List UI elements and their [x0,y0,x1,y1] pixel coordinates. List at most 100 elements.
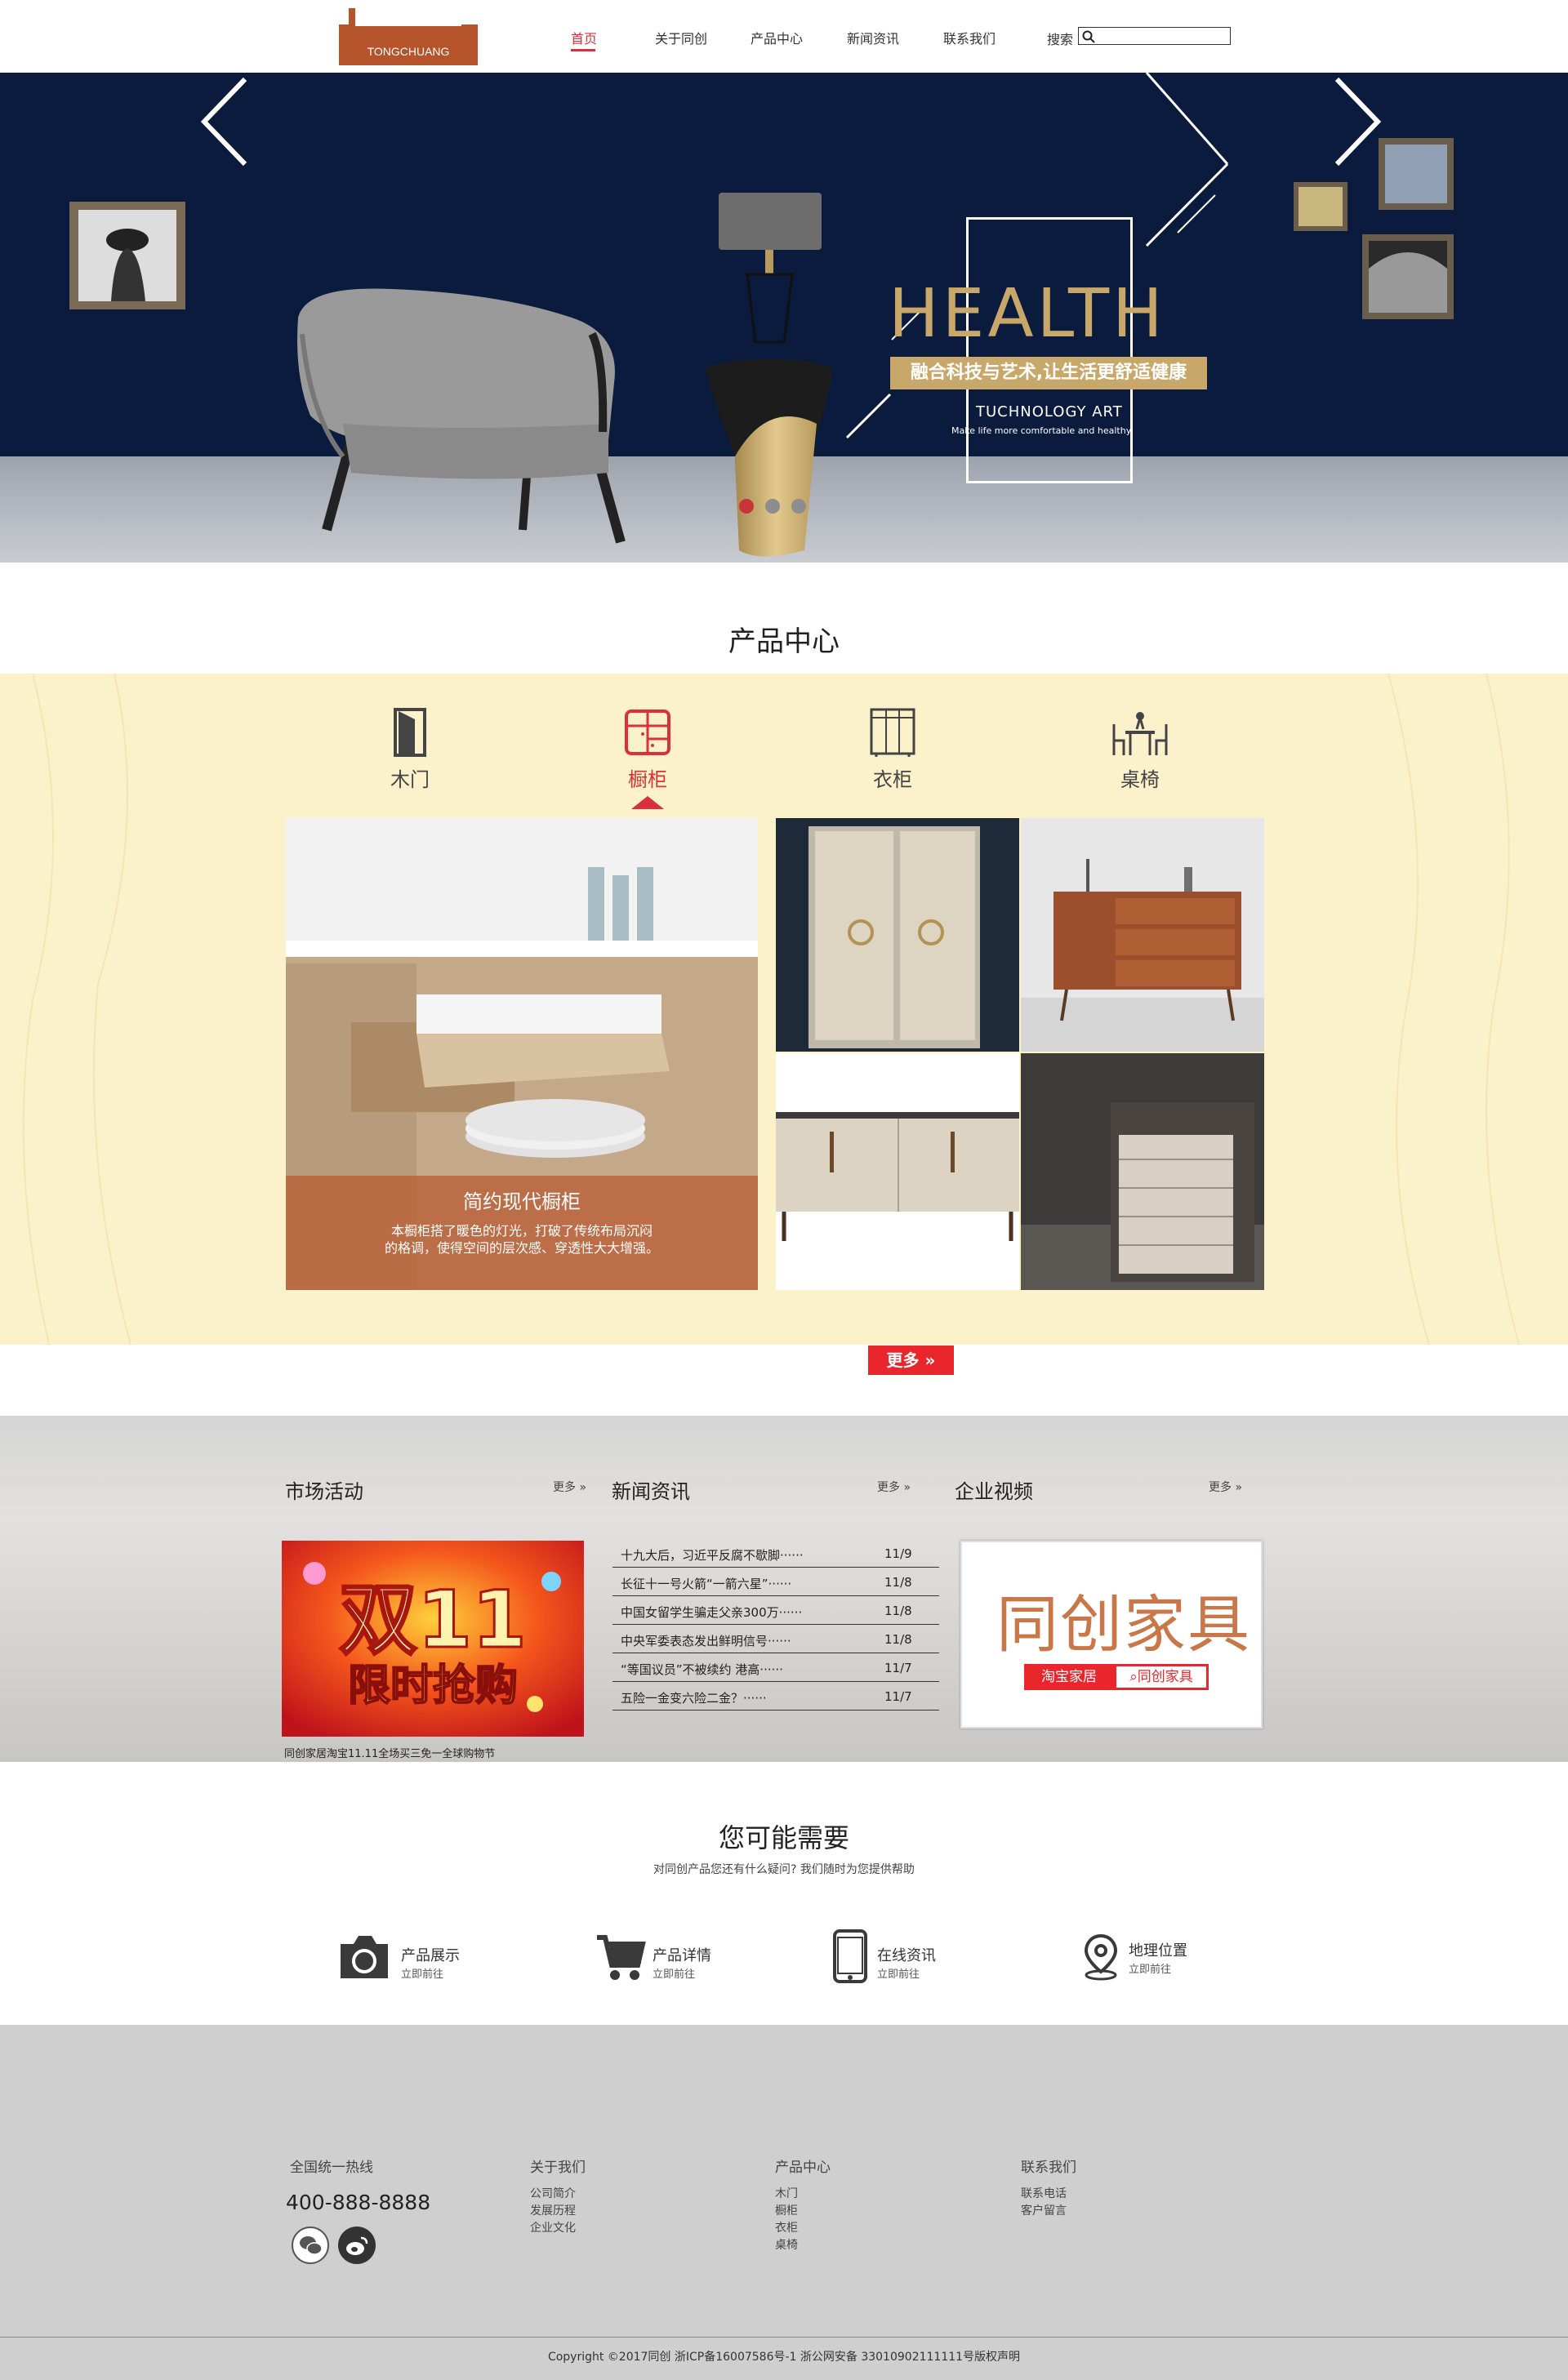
product-thumb-2[interactable] [1021,818,1264,1052]
chevron-right-icon: » [1235,1481,1243,1494]
banner-subtitle: TUCHNOLOGY ART [976,403,1123,420]
next-slide-arrow-icon[interactable] [1327,73,1386,171]
cart-icon [597,1935,646,1980]
chevron-right-icon: » [579,1481,587,1494]
wechat-icon [300,2236,323,2255]
featured-product-desc-line2: 的格调，使得空间的层次感、穿透性大大增强。 [384,1240,659,1256]
video-more-link[interactable]: 更多 » [1209,1479,1242,1495]
category-label: 橱柜 [628,768,667,791]
video-title: 企业视频 [955,1480,1033,1503]
quick-link-product-show[interactable]: 产品展示 立即前往 [337,1929,484,1986]
camera-icon [341,1936,388,1978]
weibo-button[interactable] [338,2227,376,2264]
news-item[interactable]: 十九大后，习近平反腐不歇脚······ 11/9 [612,1539,939,1568]
chevron-right-icon: » [903,1481,911,1494]
prev-slide-arrow-icon[interactable] [196,73,255,171]
footer-link[interactable]: 公司简介 [530,2185,576,2201]
table-chair-icon [1112,712,1168,755]
slide-dot-2[interactable] [765,499,780,514]
taobao-home-button[interactable]: 淘宝家居 [1024,1664,1114,1690]
quick-link-online-info[interactable]: 在线资讯 立即前往 [833,1929,980,1986]
copyright-text: Copyright ©2017同创 浙ICP备16007586号-1 浙公网安备… [547,2351,1021,2364]
search-input[interactable] [1097,29,1227,43]
hero-banner: HEALTH 融合科技与艺术,让生活更舒适健康 TUCHNOLOGY ART M… [0,73,1568,563]
footer-link[interactable]: 联系电话 [1021,2185,1067,2201]
news-item[interactable]: 中央军委表态发出鲜明信号······ 11/8 [612,1625,939,1653]
more-button-label: 更多 [886,1350,920,1370]
category-cabinet[interactable]: 橱柜 [599,706,697,792]
promo-caption[interactable]: 同创家居淘宝11.11全场买三免一全球购物节 [284,1745,495,1760]
need-section-subtitle: 对同创产品您还有什么疑问? 我们随时为您提供帮助 [653,1863,915,1876]
need-section-title: 您可能需要 [718,1822,849,1853]
cabinet-icon [625,710,670,755]
nav-home[interactable]: 首页 [571,28,597,47]
category-label: 衣柜 [873,768,912,791]
search-box[interactable] [1078,27,1231,45]
footer-products-title: 产品中心 [775,2160,831,2176]
product-thumb-3[interactable] [776,1053,1019,1290]
banner-tagline: Make life more comfortable and healthy [951,425,1132,436]
category-wardrobe[interactable]: 衣柜 [844,706,942,792]
search-icon[interactable] [1082,30,1095,43]
slide-dot-3[interactable] [791,499,806,514]
logo[interactable]: TONGCHUANG [339,7,478,65]
footer-link[interactable]: 木门 [775,2185,798,2201]
footer-divider [0,2337,1568,2338]
slide-dot-1[interactable] [739,499,754,514]
nav-products[interactable]: 产品中心 [751,28,803,47]
brand-search-button[interactable]: ⌕同创家具 [1114,1664,1209,1690]
footer-link[interactable]: 桌椅 [775,2236,798,2253]
category-door[interactable]: 木门 [361,706,459,792]
promo-headline: 双11 [339,1574,527,1666]
news-item[interactable]: “等国议员”不被续约 港高······ 11/7 [612,1653,939,1682]
footer-link[interactable]: 企业文化 [530,2219,576,2235]
double-chevron-right-icon: » [924,1350,936,1370]
products-section-title: 产品中心 [728,625,840,658]
featured-product-caption: 简约现代橱柜 本橱柜搭了暖色的灯光，打破了传统布局沉闷 的格调，使得空间的层次感… [286,1176,758,1290]
market-more-link[interactable]: 更多 » [553,1479,586,1495]
quick-link-location[interactable]: 地理位置 立即前往 [1083,1929,1230,1986]
news-list: 十九大后，习近平反腐不歇脚······ 11/9 长征十一号火箭“一箭六星”···… [612,1539,939,1710]
hotline-number: 400-888-8888 [286,2191,431,2214]
wardrobe-icon [870,708,915,757]
featured-product-desc-line1: 本橱柜搭了暖色的灯光，打破了传统布局沉闷 [390,1223,653,1239]
market-title: 市场活动 [285,1480,363,1503]
promo-subline: 限时抢购 [348,1662,518,1710]
footer-link[interactable]: 衣柜 [775,2219,798,2235]
news-item[interactable]: 中国女留学生骗走父亲300万······ 11/8 [612,1596,939,1625]
banner-title: HEALTH [889,275,1166,353]
nav-about[interactable]: 关于同创 [655,28,707,47]
category-table-chair[interactable]: 桌椅 [1091,706,1189,792]
location-icon [1084,1933,1118,1981]
nav-news[interactable]: 新闻资讯 [847,28,899,47]
category-label: 桌椅 [1120,768,1160,791]
quick-link-product-detail[interactable]: 产品详情 立即前往 [595,1929,742,1986]
news-item[interactable]: 长征十一号火箭“一箭六星”······ 11/8 [612,1568,939,1596]
news-more-link[interactable]: 更多 » [877,1479,911,1495]
products-more-button[interactable]: 更多 » [868,1346,954,1375]
product-thumb-1[interactable] [776,818,1019,1052]
news-item[interactable]: 五险一金变六险二金？······ 11/7 [612,1682,939,1710]
phone-icon [833,1929,867,1983]
door-icon [394,708,426,757]
nav-active-underline [571,49,595,51]
hotline-label: 全国统一热线 [290,2160,373,2176]
video-logo-text: 同创家具 [996,1588,1251,1661]
wechat-button[interactable] [292,2227,329,2264]
nav-contact[interactable]: 联系我们 [943,28,996,47]
logo-text: TONGCHUANG [368,45,450,58]
category-label: 木门 [390,768,430,791]
footer-link[interactable]: 橱柜 [775,2202,798,2218]
promo-banner-image[interactable]: 双11 限时抢购 [282,1541,584,1737]
search-icon: ⌕ [1129,1669,1138,1685]
footer-link[interactable]: 客户留言 [1021,2202,1067,2218]
banner-slogan: 融合科技与艺术,让生活更舒适健康 [890,357,1207,389]
footer-link[interactable]: 发展历程 [530,2202,576,2218]
header: TONGCHUANG 首页 关于同创 产品中心 新闻资讯 联系我们 搜索 [0,0,1568,73]
product-thumb-4[interactable] [1021,1053,1264,1290]
featured-product-title: 简约现代橱柜 [463,1190,581,1213]
weibo-icon [346,2236,368,2255]
active-category-indicator [631,796,664,809]
footer-contact-title: 联系我们 [1021,2160,1076,2176]
news-title: 新闻资讯 [612,1480,690,1503]
